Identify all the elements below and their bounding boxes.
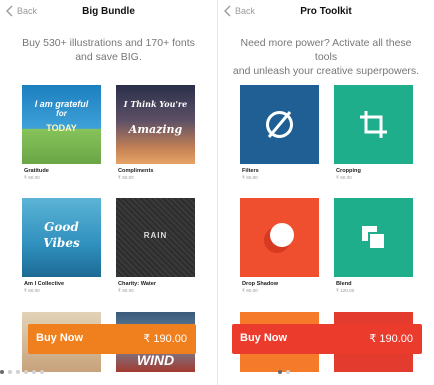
- tile-label: Charity: Water: [118, 281, 157, 287]
- blend-tool-tile[interactable]: [334, 198, 413, 277]
- tile-label: Gratitude: [24, 168, 49, 174]
- page-title: Pro Toolkit: [300, 6, 352, 17]
- page-indicator[interactable]: [0, 370, 48, 374]
- tile-price: ₹ 60.00: [242, 175, 258, 180]
- navigation-bar: Back Pro Toolkit: [218, 0, 434, 24]
- drop-shadow-tool-tile[interactable]: [240, 198, 319, 277]
- art-text: TODAY: [46, 123, 77, 133]
- filters-icon: [266, 111, 293, 138]
- buy-now-button[interactable]: Buy Now ₹ 190.00: [232, 324, 422, 354]
- blend-icon: [362, 226, 386, 250]
- tile-label: Drop Shadow: [242, 281, 279, 287]
- tile-price: ₹ 60.00: [24, 175, 40, 180]
- page-dot[interactable]: [24, 370, 28, 374]
- page-dot[interactable]: [40, 370, 44, 374]
- compliments-illustration-tile[interactable]: I Think You're Amazing: [116, 85, 195, 164]
- buy-price: ₹ 190.00: [369, 333, 413, 345]
- tile-label: Am I Collective: [24, 281, 65, 287]
- art-text: RAIN: [143, 231, 168, 240]
- art-text: WIND: [136, 352, 175, 368]
- charity-water-illustration-tile[interactable]: RAIN: [116, 198, 195, 277]
- tile-label: Filters: [242, 168, 259, 174]
- cropping-tool-tile[interactable]: [334, 85, 413, 164]
- big-bundle-screen: Back Big Bundle Buy 530+ illustrations a…: [0, 0, 217, 385]
- description-line-1: Need more power? Activate all these tool…: [240, 37, 412, 63]
- tile-price: ₹ 60.00: [242, 288, 258, 293]
- buy-price: ₹ 190.00: [143, 333, 187, 345]
- page-dot[interactable]: [0, 370, 4, 374]
- art-text: Amazing: [128, 123, 183, 136]
- crop-icon: [360, 111, 387, 138]
- art-text: Good: [44, 220, 79, 234]
- art-text: Vibes: [43, 236, 80, 250]
- tile-price: ₹ 60.00: [24, 288, 40, 293]
- toolkit-description: Need more power? Activate all these tool…: [228, 36, 424, 78]
- page-dot[interactable]: [8, 370, 12, 374]
- tile-price: ₹ 60.00: [118, 288, 134, 293]
- drop-shadow-icon: [264, 223, 294, 253]
- art-text: I Think You're: [123, 99, 188, 109]
- navigation-bar: Back Big Bundle: [0, 0, 217, 24]
- buy-now-button[interactable]: Buy Now ₹ 190.00: [28, 324, 196, 354]
- tile-label: Compliments: [118, 168, 154, 174]
- buy-now-label: Buy Now: [240, 332, 288, 344]
- description-line-1: Buy 530+ illustrations and 170+ fonts: [22, 37, 195, 49]
- description-line-2: and unleash your creative superpowers.: [232, 65, 420, 77]
- art-text: for: [56, 109, 67, 118]
- tile-price: ₹ 120.00: [336, 288, 355, 293]
- page-dot[interactable]: [286, 370, 290, 374]
- pro-toolkit-screen: Back Pro Toolkit Need more power? Activa…: [218, 0, 434, 385]
- page-title: Big Bundle: [82, 6, 135, 17]
- page-dot[interactable]: [16, 370, 20, 374]
- description-line-2: and save BIG.: [75, 51, 142, 63]
- filters-tool-tile[interactable]: [240, 85, 319, 164]
- art-text: I am grateful: [34, 99, 89, 109]
- tile-price: ₹ 60.00: [336, 175, 352, 180]
- tile-label: Blend: [336, 281, 352, 287]
- am-i-collective-illustration-tile[interactable]: Good Vibes: [22, 198, 101, 277]
- gratitude-illustration-tile[interactable]: I am grateful for TODAY: [22, 85, 101, 164]
- tile-label: Cropping: [336, 168, 361, 174]
- buy-now-label: Buy Now: [36, 332, 84, 344]
- page-dot[interactable]: [32, 370, 36, 374]
- tile-price: ₹ 60.00: [118, 175, 134, 180]
- bundle-description: Buy 530+ illustrations and 170+ fonts an…: [10, 36, 207, 64]
- page-indicator[interactable]: [278, 370, 294, 374]
- page-dot[interactable]: [278, 370, 282, 374]
